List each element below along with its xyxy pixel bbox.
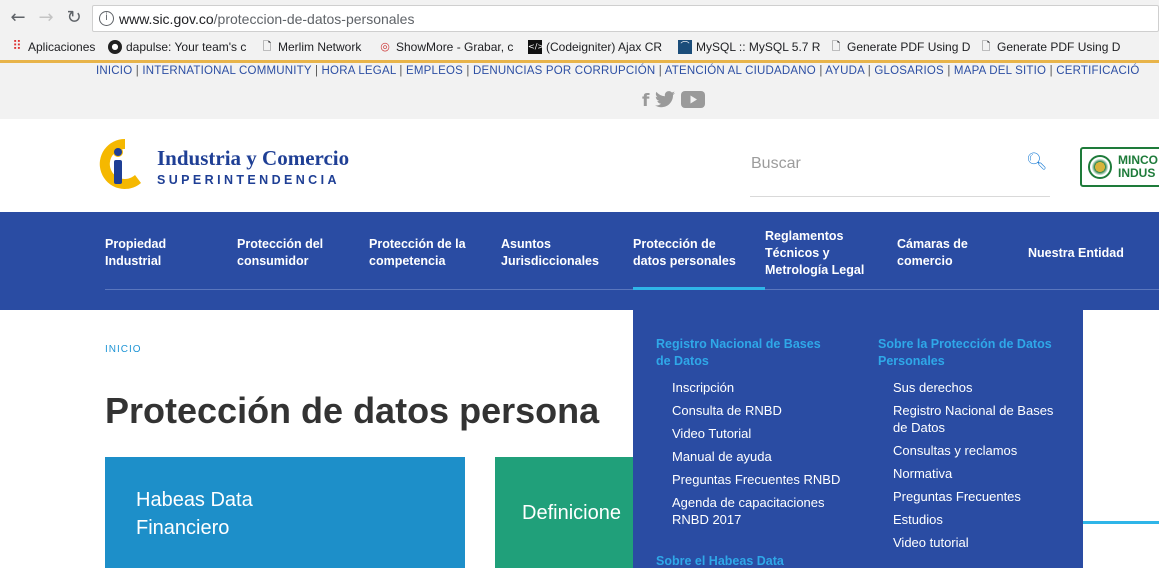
link-denuncias[interactable]: DENUNCIAS POR CORRUPCIÓN xyxy=(473,65,655,77)
bookmark-codeigniter[interactable]: </> (Codeigniter) Ajax CR xyxy=(528,37,662,57)
menu-item-registro-nacional[interactable]: Registro Nacional de Bases de Datos xyxy=(893,402,1053,436)
dropdown-heading-habeas[interactable]: Sobre el Habeas Data xyxy=(656,553,784,570)
bookmark-generate-pdf-2[interactable]: 🗋 Generate PDF Using D xyxy=(979,37,1121,57)
reload-icon[interactable]: ↻ xyxy=(64,8,84,28)
sic-logo-icon[interactable] xyxy=(95,135,151,193)
dropdown-heading-rnbd[interactable]: Registro Nacional de Bases de Datos xyxy=(656,336,821,370)
youtube-icon[interactable] xyxy=(681,91,706,113)
apps-grid-icon: ⠿ xyxy=(12,39,22,54)
datos-personales-dropdown: Registro Nacional de Bases de Datos Inscr… xyxy=(633,310,1083,568)
nav-active-indicator xyxy=(633,287,765,290)
showmore-icon: ◎ xyxy=(380,40,390,53)
breadcrumb[interactable]: INICIO xyxy=(105,344,142,355)
mysql-icon: ⌒ xyxy=(678,40,692,54)
page-title: Protección de datos persona xyxy=(105,390,600,431)
forward-arrow-icon[interactable]: → xyxy=(36,8,56,28)
search-icon[interactable]: 🔍︎ xyxy=(1026,152,1048,172)
card-habeas-data[interactable]: Habeas Data Financiero xyxy=(105,457,465,568)
link-empleos[interactable]: EMPLEOS xyxy=(406,65,463,77)
address-bar[interactable]: i www.sic.gov.co/proteccion-de-datos-per… xyxy=(92,5,1159,32)
link-inicio[interactable]: INICIO xyxy=(96,65,132,77)
browser-chrome: ← → ↻ i www.sic.gov.co/proteccion-de-dat… xyxy=(0,0,1159,63)
nav-proteccion-consumidor[interactable]: Protección del consumidor xyxy=(237,236,323,270)
back-arrow-icon[interactable]: ← xyxy=(8,8,28,28)
site-header: Industria y Comercio SUPERINTENDENCIA Bu… xyxy=(0,119,1159,212)
url-text[interactable]: www.sic.gov.co/proteccion-de-datos-perso… xyxy=(119,11,414,27)
link-atencion[interactable]: ATENCIÓN AL CIUDADANO xyxy=(665,65,816,77)
bookmark-aplicaciones[interactable]: ⠿ Aplicaciones xyxy=(10,37,95,57)
nav-divider xyxy=(105,289,1159,290)
bookmark-dapulse[interactable]: ● dapulse: Your team's c xyxy=(108,37,246,57)
menu-item-manual-ayuda[interactable]: Manual de ayuda xyxy=(672,448,840,465)
menu-item-estudios[interactable]: Estudios xyxy=(893,511,1053,528)
colombia-seal-icon xyxy=(1088,155,1112,179)
bookmarks-bar: ⠿ Aplicaciones ● dapulse: Your team's c 🗋 M… xyxy=(0,37,1159,57)
utility-links: INICIO | INTERNATIONAL COMMUNITY | HORA … xyxy=(96,65,1140,77)
menu-item-inscripcion[interactable]: Inscripción xyxy=(672,379,840,396)
logo-subtitle[interactable]: SUPERINTENDENCIA xyxy=(157,173,340,187)
bookmark-merlim[interactable]: 🗋 Merlim Network xyxy=(260,37,362,57)
menu-item-agenda-capacitaciones[interactable]: Agenda de capacitaciones RNBD 2017 xyxy=(672,494,840,528)
dropdown-list-rnbd: Inscripción Consulta de RNBD Video Tutor… xyxy=(672,379,840,534)
mincit-logo[interactable]: MINCO INDUS xyxy=(1080,147,1159,187)
card-definiciones[interactable]: Definicione xyxy=(495,457,635,568)
menu-item-preguntas-frecuentes[interactable]: Preguntas Frecuentes xyxy=(893,488,1053,505)
link-certificacion[interactable]: CERTIFICACIÓ xyxy=(1056,65,1139,77)
nav-nuestra-entidad[interactable]: Nuestra Entidad xyxy=(1028,245,1124,262)
menu-item-consulta-rnbd[interactable]: Consulta de RNBD xyxy=(672,402,840,419)
twitter-icon[interactable] xyxy=(655,91,676,113)
dropdown-heading-proteccion[interactable]: Sobre la Protección de Datos Personales xyxy=(878,336,1052,370)
info-icon[interactable]: i xyxy=(99,11,114,26)
bookmark-showmore[interactable]: ◎ ShowMore - Grabar, c xyxy=(378,37,513,57)
card-definiciones-label: Definicione xyxy=(522,502,621,524)
link-glosarios[interactable]: GLOSARIOS xyxy=(874,65,944,77)
link-hora-legal[interactable]: HORA LEGAL xyxy=(322,65,396,77)
dapulse-icon: ● xyxy=(108,40,122,54)
nav-camaras-comercio[interactable]: Cámaras de comercio xyxy=(897,236,968,270)
nav-proteccion-datos[interactable]: Protección de datos personales xyxy=(633,236,736,270)
nav-propiedad-industrial[interactable]: Propiedad Industrial xyxy=(105,236,166,270)
page-icon: 🗋 xyxy=(262,40,272,53)
utility-links-bar: INICIO | INTERNATIONAL COMMUNITY | HORA … xyxy=(0,63,1159,119)
menu-item-video-tutorial[interactable]: Video Tutorial xyxy=(672,425,840,442)
page-icon: 🗋 xyxy=(981,40,991,53)
menu-item-preguntas-rnbd[interactable]: Preguntas Frecuentes RNBD xyxy=(672,471,840,488)
dropdown-list-proteccion: Sus derechos Registro Nacional de Bases d… xyxy=(893,379,1053,557)
menu-item-consultas-reclamos[interactable]: Consultas y reclamos xyxy=(893,442,1053,459)
menu-item-sus-derechos[interactable]: Sus derechos xyxy=(893,379,1053,396)
search-input[interactable]: Buscar xyxy=(751,155,801,173)
bookmark-mysql[interactable]: ⌒ MySQL :: MySQL 5.7 R xyxy=(678,37,820,57)
accent-line xyxy=(1083,521,1159,524)
card-habeas-label: Habeas Data Financiero xyxy=(136,489,253,539)
search-box[interactable]: Buscar 🔍︎ xyxy=(750,139,1050,197)
link-ayuda[interactable]: AYUDA xyxy=(825,65,864,77)
link-mapa-sitio[interactable]: MAPA DEL SITIO xyxy=(954,65,1046,77)
mincit-text: MINCO INDUS xyxy=(1118,153,1158,180)
link-international[interactable]: INTERNATIONAL COMMUNITY xyxy=(142,65,311,77)
logo-title[interactable]: Industria y Comercio xyxy=(157,146,349,171)
nav-proteccion-competencia[interactable]: Protección de la competencia xyxy=(369,236,466,270)
nav-reglamentos-tecnicos[interactable]: Reglamentos Técnicos y Metrología Legal xyxy=(765,228,864,279)
facebook-icon[interactable]: f xyxy=(642,91,649,113)
menu-item-normativa[interactable]: Normativa xyxy=(893,465,1053,482)
main-navigation: Propiedad Industrial Protección del consum… xyxy=(0,212,1159,310)
nav-asuntos-jurisdiccionales[interactable]: Asuntos Jurisdiccionales xyxy=(501,236,599,270)
social-links: f xyxy=(642,91,706,113)
menu-item-video-tutorial-2[interactable]: Video tutorial xyxy=(893,534,1053,551)
page-icon: 🗋 xyxy=(831,40,841,53)
code-icon: </> xyxy=(528,40,544,54)
bookmark-generate-pdf-1[interactable]: 🗋 Generate PDF Using D xyxy=(829,37,971,57)
